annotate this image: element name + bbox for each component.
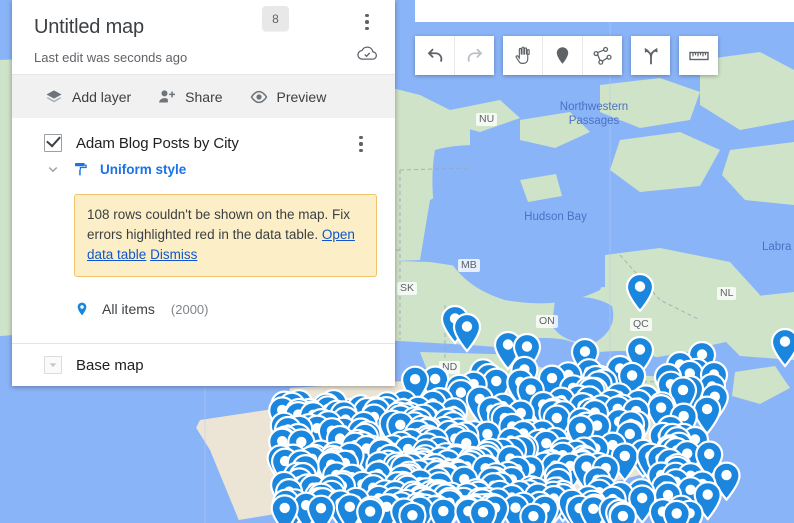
map-water-label: Hudson Bay — [524, 211, 587, 223]
share-button[interactable]: Share — [157, 87, 223, 107]
directions-tool-group — [631, 36, 670, 75]
my-maps-app: NU MB SK NL ON QC ND NS SD NE ID UT Nort… — [0, 0, 794, 523]
drawing-tool-group — [503, 36, 622, 75]
panel-header: Untitled map Last edit was seconds ago 8 — [12, 0, 395, 74]
map-region-label: SD — [434, 390, 455, 403]
draw-line-tool[interactable] — [582, 36, 622, 75]
map-pin-icon — [74, 299, 90, 319]
cloud-save-status[interactable] — [353, 40, 381, 68]
measure-tool[interactable] — [679, 36, 718, 75]
panel-actions-bar: Add layer Share Preview — [12, 74, 395, 118]
map-water-label: Northwestern — [559, 101, 629, 113]
map-water-label: Passages — [568, 115, 620, 127]
paint-roller-icon — [72, 160, 90, 178]
undo-button[interactable] — [415, 36, 454, 75]
chevron-down-icon[interactable] — [44, 160, 62, 178]
map-region-label: MB — [458, 259, 480, 272]
layer-visibility-checkbox[interactable] — [44, 134, 62, 152]
map-region-label: ND — [439, 361, 461, 374]
all-items-count: (2000) — [170, 301, 209, 317]
draw-line-icon — [592, 46, 612, 65]
map-options-kebab[interactable] — [353, 8, 381, 36]
map-region-label: ON — [536, 315, 558, 328]
layer-name[interactable]: Adam Blog Posts by City — [76, 135, 239, 152]
hand-icon — [515, 46, 530, 64]
share-label: Share — [185, 88, 223, 105]
layers-icon — [44, 87, 64, 107]
directions-tool[interactable] — [631, 36, 670, 75]
directions-icon — [644, 47, 658, 64]
redo-button[interactable] — [454, 36, 494, 75]
map-water-label: Labra — [762, 241, 792, 253]
cloud-done-icon — [357, 46, 377, 60]
map-side-panel: Untitled map Last edit was seconds ago 8 — [12, 0, 395, 386]
map-region-label: NL — [717, 287, 737, 300]
map-region-label: ID — [339, 398, 356, 411]
map-region-label: SK — [397, 282, 418, 295]
layer-block: Adam Blog Posts by City Uniform style 10… — [12, 118, 395, 319]
measure-tool-group — [679, 36, 718, 75]
preview-button[interactable]: Preview — [249, 87, 327, 107]
last-edit-status: Last edit was seconds ago — [34, 50, 188, 65]
all-items-row[interactable]: All items (2000) — [12, 277, 395, 319]
collapse-caret-icon[interactable] — [44, 356, 62, 374]
select-tool[interactable] — [503, 36, 542, 75]
map-pin-icon — [556, 47, 569, 64]
map-title[interactable]: Untitled map — [34, 14, 377, 40]
map-region-label: NU — [476, 113, 498, 126]
map-region-label: NS — [700, 390, 721, 403]
layer-options-kebab[interactable] — [349, 132, 373, 156]
map-top-white-strip — [415, 0, 794, 22]
layer-warning-banner: 108 rows couldn't be shown on the map. F… — [74, 194, 377, 277]
map-region-label: UT — [353, 441, 373, 454]
all-items-label: All items — [102, 301, 155, 317]
layer-style-row[interactable]: Uniform style — [12, 152, 395, 178]
map-toolbar — [415, 36, 718, 75]
person-add-icon — [157, 87, 177, 107]
base-map-label: Base map — [76, 356, 144, 374]
redo-arrow-icon — [467, 47, 482, 62]
layer-header-row: Adam Blog Posts by City — [12, 118, 395, 152]
layer-style-label[interactable]: Uniform style — [100, 162, 186, 177]
history-tool-group — [415, 36, 494, 75]
ruler-icon — [688, 51, 709, 60]
add-marker-tool[interactable] — [542, 36, 582, 75]
preview-label: Preview — [276, 88, 327, 105]
eye-icon — [249, 87, 269, 107]
add-layer-button[interactable]: Add layer — [44, 87, 131, 107]
add-layer-label: Add layer — [72, 88, 132, 105]
map-country-label: ed States — [408, 430, 475, 447]
dismiss-warning-link[interactable]: Dismiss — [150, 247, 197, 262]
warning-text: 108 rows couldn't be shown on the map. F… — [87, 207, 350, 242]
map-region-label: QC — [630, 318, 652, 331]
base-map-row[interactable]: Base map — [12, 343, 395, 386]
shortcut-badge: 8 — [262, 6, 289, 31]
undo-arrow-icon — [427, 47, 442, 62]
